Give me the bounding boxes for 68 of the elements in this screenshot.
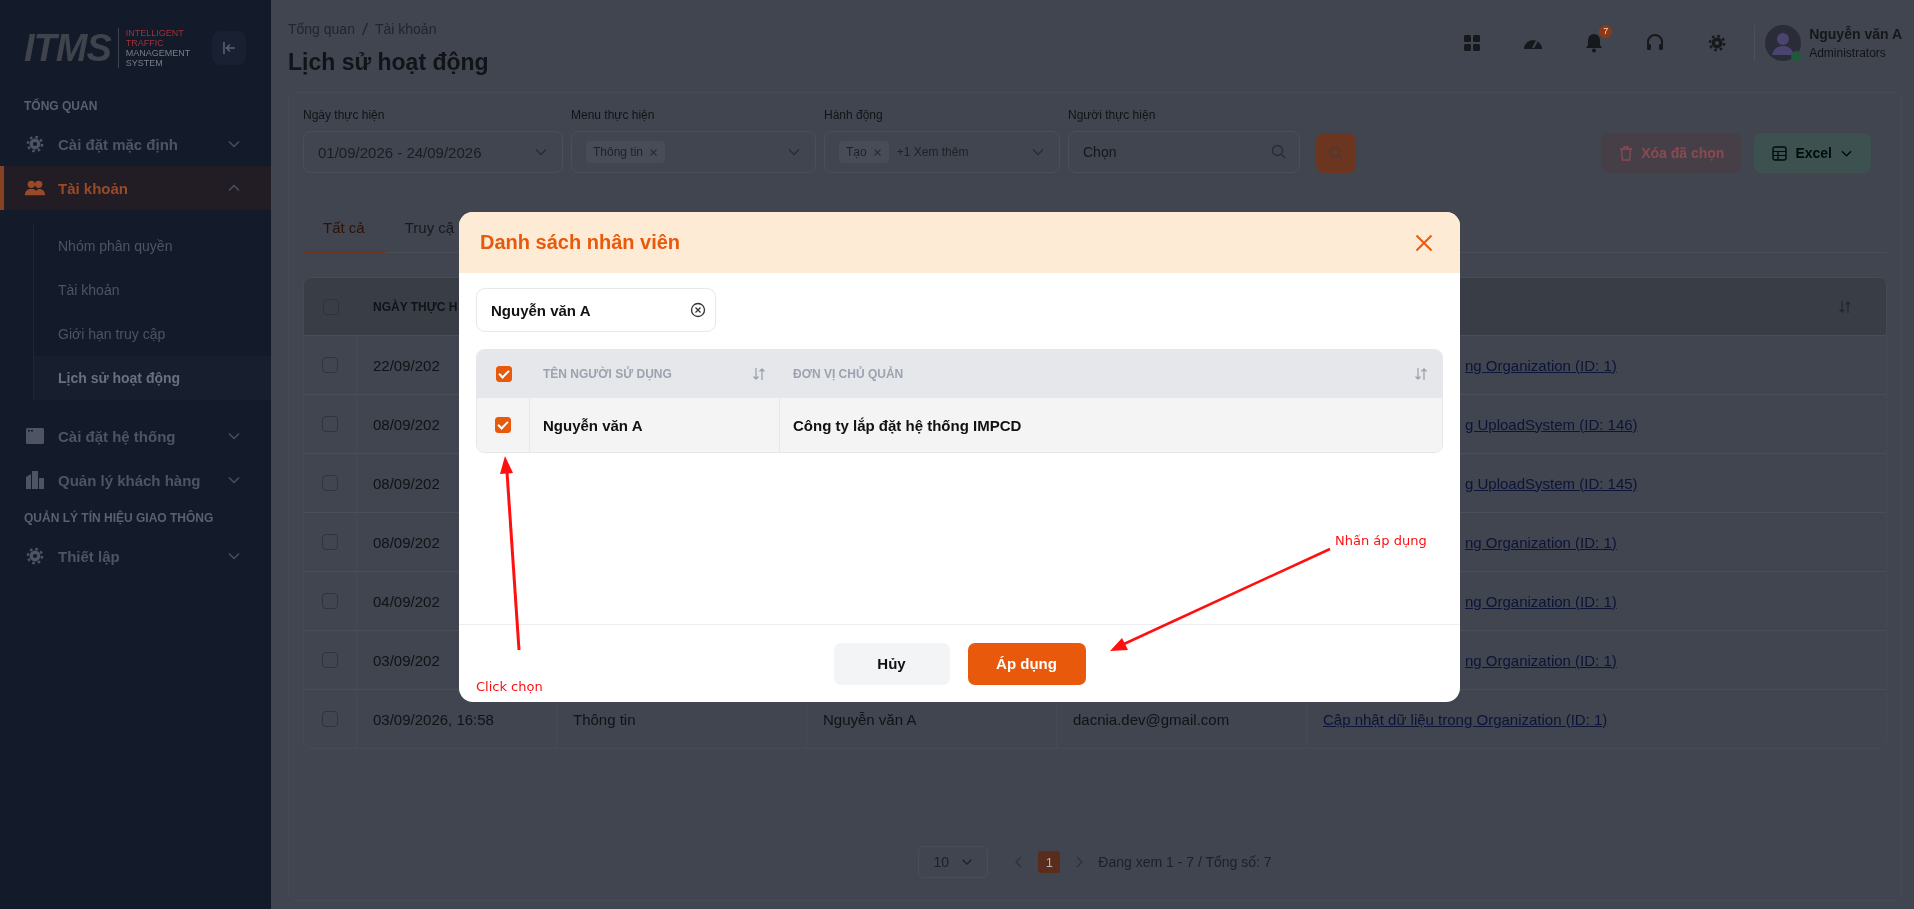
notification-badge: 7 xyxy=(1599,25,1613,38)
search-button[interactable] xyxy=(1316,133,1356,173)
annotation-text: Click chọn xyxy=(476,679,543,694)
field-label: Ngày thực hiện xyxy=(303,107,386,123)
table-cell: Công ty lắp đặt hệ thống IMPCD xyxy=(793,416,1022,434)
spreadsheet-icon xyxy=(1772,145,1788,161)
cancel-button[interactable]: Hủy xyxy=(833,642,950,685)
search-icon xyxy=(1271,144,1286,159)
apply-button[interactable]: Áp dụng xyxy=(967,642,1086,685)
gear-icon xyxy=(24,134,46,154)
sidebar-item[interactable]: Quản lý khách hàng xyxy=(0,458,271,502)
section-title: QUẢN LÝ TÍN HIỆU GIAO THÔNG xyxy=(23,510,215,526)
submenu-item[interactable]: Giới hạn truy cập xyxy=(34,312,271,356)
users-icon xyxy=(24,178,46,198)
submenu-item[interactable]: Nhóm phân quyền xyxy=(34,224,271,268)
column-header: TÊN NGƯỜI SỬ DỤNG xyxy=(543,367,672,381)
table-cell: 22/09/202 xyxy=(373,356,440,374)
table-cell: 08/09/202 xyxy=(373,474,440,492)
online-dot xyxy=(1791,51,1803,62)
submenu-item[interactable]: Lịch sử hoạt động xyxy=(34,356,271,400)
page-button[interactable]: 1 xyxy=(1038,851,1061,873)
column-header: ĐƠN VỊ CHỦ QUẢN xyxy=(793,367,904,381)
table-cell: 04/09/202 xyxy=(373,592,440,610)
field-label: Người thực hiện xyxy=(1068,107,1157,123)
table-cell: 08/09/202 xyxy=(373,533,440,551)
close-icon[interactable] xyxy=(649,147,659,157)
checkbox[interactable] xyxy=(495,417,511,433)
sidebar-item[interactable]: Thiết lập xyxy=(0,534,271,578)
collapse-icon xyxy=(221,40,237,56)
table-cell: 08/09/202 xyxy=(373,415,440,433)
close-icon[interactable] xyxy=(872,147,882,157)
table-cell: 03/09/202 xyxy=(373,651,440,669)
grid-icon[interactable] xyxy=(1463,34,1482,52)
building-icon xyxy=(24,470,46,490)
search-field[interactable]: Nguyễn văn A xyxy=(476,288,716,332)
bell-icon[interactable] xyxy=(1585,33,1604,53)
sort-icon[interactable] xyxy=(752,367,766,381)
sidebar-item[interactable]: Cài đặt mặc định xyxy=(0,122,271,166)
table-cell: 03/09/2026, 16:58 xyxy=(373,710,494,728)
user-role: Administrators xyxy=(1809,46,1887,60)
section-title: TỔNG QUAN xyxy=(23,98,99,114)
sort-icon[interactable] xyxy=(1414,367,1428,381)
checkbox[interactable] xyxy=(495,366,512,382)
submenu-item[interactable]: Tài khoản xyxy=(34,268,271,312)
logo-tagline: INTELLIGENT TRAFFIC MANAGEMENT SYSTEM xyxy=(125,28,191,68)
table-cell: dacnia.dev@gmail.com xyxy=(1073,710,1230,728)
collapse-button[interactable] xyxy=(212,31,246,65)
trash-icon xyxy=(1619,145,1634,161)
field-label: Hành động xyxy=(824,107,884,123)
close-icon[interactable] xyxy=(1415,233,1433,252)
slash-icon xyxy=(360,22,369,36)
modal-title: Danh sách nhân viên xyxy=(480,231,681,254)
avatar[interactable] xyxy=(1765,25,1802,61)
search-icon xyxy=(1329,146,1343,160)
excel-button[interactable]: Excel xyxy=(1754,133,1871,173)
sidebar-item[interactable]: Cài đặt hệ thống xyxy=(0,414,271,458)
settings-icon[interactable] xyxy=(1707,33,1728,53)
table-cell: Nguyễn văn A xyxy=(543,416,643,434)
gear-icon xyxy=(24,546,46,566)
annotation-text: Nhấn áp dụng xyxy=(1335,533,1427,548)
field-label: Menu thực hiện xyxy=(571,107,656,123)
table-cell: Thông tin xyxy=(573,710,636,728)
window-icon xyxy=(24,426,46,446)
sidebar-item[interactable]: Tài khoản xyxy=(0,166,271,210)
headset-icon[interactable] xyxy=(1645,33,1666,53)
clear-icon[interactable] xyxy=(690,302,706,318)
table-cell: Nguyễn văn A xyxy=(823,710,917,728)
tab[interactable]: Tất cả xyxy=(303,203,385,253)
